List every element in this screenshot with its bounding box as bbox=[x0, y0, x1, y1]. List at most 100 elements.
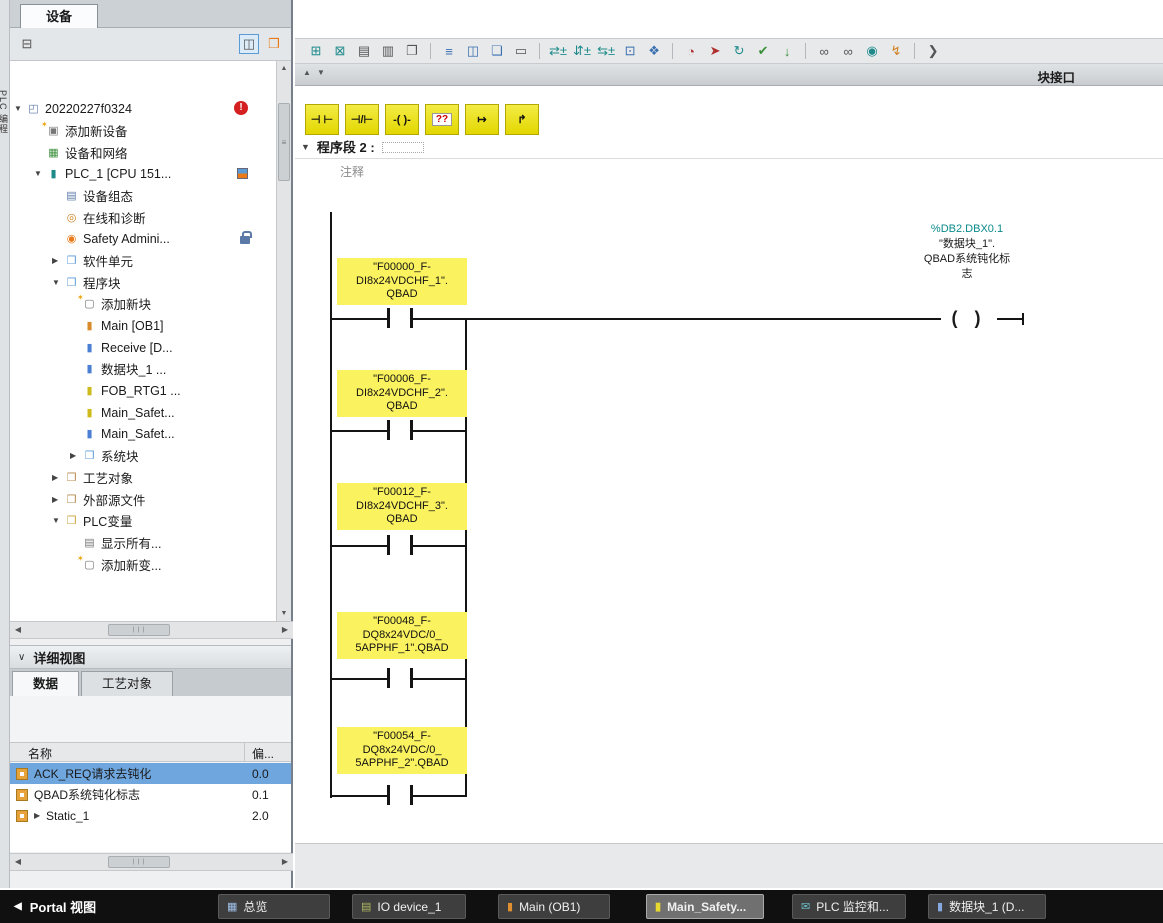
caret-down-icon[interactable]: ▼ bbox=[52, 516, 64, 525]
nc-contact-button[interactable]: ⊣/⊢ bbox=[345, 104, 379, 135]
table-row-qbad[interactable]: QBAD系统钝化标志 0.1 bbox=[10, 784, 291, 805]
taskbar-item-main-safety[interactable]: ▮ Main_Safety... bbox=[646, 894, 764, 919]
goto-next-error-icon[interactable]: ➤ bbox=[706, 42, 724, 60]
tree-item-fob-rtg1[interactable]: ▮ FOB_RTG1 ... bbox=[10, 380, 278, 401]
no-contact-button[interactable]: ⊣ ⊢ bbox=[305, 104, 339, 135]
scrollbar-thumb[interactable]: ≡ bbox=[278, 103, 290, 181]
scroll-left-icon[interactable]: ◀ bbox=[10, 854, 26, 870]
table-row-ack-req[interactable]: ACK_REQ请求去钝化 0.0 bbox=[10, 763, 291, 784]
scroll-right-icon[interactable]: ▶ bbox=[277, 622, 293, 638]
caret-right-icon[interactable]: ▶ bbox=[70, 451, 82, 460]
scrollbar-thumb[interactable]: | | | bbox=[108, 856, 170, 868]
network-comment-row[interactable]: 注释 bbox=[295, 158, 1163, 184]
scroll-left-icon[interactable]: ◀ bbox=[10, 622, 26, 638]
show-favorites-icon[interactable]: ❖ bbox=[645, 42, 663, 60]
network-title-placeholder[interactable] bbox=[382, 142, 424, 153]
taskbar-item-plc-monitoring[interactable]: ✉ PLC 监控和... bbox=[792, 894, 906, 919]
absolute-operands-icon[interactable]: ⇄± bbox=[549, 42, 567, 60]
tree-item-devices-networks[interactable]: ▦ 设备和网络 bbox=[10, 142, 278, 163]
network-comment-icon[interactable]: ▭ bbox=[512, 42, 530, 60]
tree-item-external-sources[interactable]: ▶ ❒ 外部源文件 bbox=[10, 489, 278, 510]
operand-display-icon[interactable]: ⇵± bbox=[573, 42, 591, 60]
tab-data[interactable]: 数据 bbox=[12, 671, 79, 696]
caret-right-icon[interactable]: ▶ bbox=[52, 473, 64, 482]
interface-expand-icon[interactable]: ▼ bbox=[317, 68, 325, 77]
scrollbar-thumb[interactable]: | | | bbox=[108, 624, 170, 636]
scroll-up-icon[interactable]: ▲ bbox=[277, 61, 291, 76]
tree-item-program-blocks[interactable]: ▼ ❒ 程序块 bbox=[10, 272, 278, 293]
insert-network-icon[interactable]: ⊞ bbox=[307, 42, 325, 60]
monitor-all-icon[interactable]: ∞ bbox=[839, 42, 857, 60]
taskbar-item-main-ob1[interactable]: ▮ Main (OB1) bbox=[498, 894, 610, 919]
tree-horizontal-scrollbar[interactable]: ◀ | | | ▶ bbox=[10, 621, 293, 639]
snapshot-icon[interactable]: ◉ bbox=[863, 42, 881, 60]
delete-row-icon[interactable]: ▥ bbox=[379, 42, 397, 60]
detail-horizontal-scrollbar[interactable]: ◀ | | | ▶ bbox=[10, 853, 293, 871]
no-contact-symbol-3[interactable] bbox=[387, 535, 413, 555]
coil-button[interactable]: -( )- bbox=[385, 104, 419, 135]
interface-collapse-icon[interactable]: ▲ bbox=[303, 68, 311, 77]
caret-down-icon[interactable]: ▼ bbox=[34, 169, 46, 178]
contact-operand-2[interactable]: "F00006_F- DI8x24VDCHF_2". QBAD bbox=[337, 370, 467, 417]
column-name[interactable]: 名称 bbox=[28, 745, 52, 762]
paste-icon[interactable]: ❐ bbox=[403, 42, 421, 60]
table-row-static-1[interactable]: ▶ Static_1 2.0 bbox=[10, 805, 291, 826]
tree-filter-icon[interactable]: ⊟ bbox=[17, 34, 37, 54]
tree-item-software-units[interactable]: ▶ ❒ 软件单元 bbox=[10, 250, 278, 271]
open-branch-button[interactable]: ↦ bbox=[465, 104, 499, 135]
scroll-right-icon[interactable]: ▶ bbox=[277, 854, 293, 870]
block-interface-bar[interactable]: ▲ ▼ 块接口 bbox=[295, 64, 1163, 86]
favorites-icon[interactable]: ⊡ bbox=[621, 42, 639, 60]
contact-operand-4[interactable]: "F00048_F- DQ8x24VDC/0_ 5APPHF_1".QBAD bbox=[337, 612, 467, 659]
contact-operand-3[interactable]: "F00012_F- DI8x24VDCHF_3". QBAD bbox=[337, 483, 467, 530]
no-contact-symbol-1[interactable] bbox=[387, 308, 413, 328]
contact-operand-5[interactable]: "F00054_F- DQ8x24VDC/0_ 5APPHF_2".QBAD bbox=[337, 727, 467, 774]
column-offset[interactable]: 偏... bbox=[252, 745, 274, 762]
delete-network-icon[interactable]: ⊠ bbox=[331, 42, 349, 60]
tree-item-receive[interactable]: ▮ Receive [D... bbox=[10, 337, 278, 358]
column-divider[interactable] bbox=[244, 743, 245, 761]
close-branch-button[interactable]: ↱ bbox=[505, 104, 539, 135]
no-contact-symbol-2[interactable] bbox=[387, 420, 413, 440]
details-view-toggle-icon[interactable]: ◫ bbox=[239, 34, 259, 54]
tab-devices[interactable]: 设备 bbox=[20, 4, 98, 28]
tree-item-add-new-block[interactable]: ▢ 添加新块 bbox=[10, 293, 278, 314]
tree-item-main-safety-db[interactable]: ▮ Main_Safet... bbox=[10, 423, 278, 444]
tree-item-plc-tags[interactable]: ▼ ❒ PLC变量 bbox=[10, 510, 278, 531]
tree-item-show-all-tags[interactable]: ▤ 显示所有... bbox=[10, 532, 278, 553]
collapse-networks-icon[interactable]: ◫ bbox=[464, 42, 482, 60]
tree-item-data-block-1[interactable]: ▮ 数据块_1 ... bbox=[10, 358, 278, 379]
chevron-down-icon[interactable]: ∨ bbox=[18, 652, 25, 663]
open-editors-icon[interactable]: ❒ bbox=[264, 34, 284, 54]
operand-both-icon[interactable]: ⇆± bbox=[597, 42, 615, 60]
update-block-calls-icon[interactable]: ↻ bbox=[730, 42, 748, 60]
consistency-check-icon[interactable]: ✔ bbox=[754, 42, 772, 60]
insert-row-icon[interactable]: ▤ bbox=[355, 42, 373, 60]
empty-box-button[interactable]: ?? bbox=[425, 104, 459, 135]
tree-vertical-scrollbar[interactable]: ▲ ≡ ▼ bbox=[276, 61, 291, 621]
download-icon[interactable]: ↓ bbox=[778, 42, 796, 60]
taskbar-item-data-block-1[interactable]: ▮ 数据块_1 (D... bbox=[928, 894, 1046, 919]
tree-item-device-configuration[interactable]: ▤ 设备组态 bbox=[10, 185, 278, 206]
tree-item-system-blocks[interactable]: ▶ ❒ 系统块 bbox=[10, 445, 278, 466]
tree-item-online-diagnostics[interactable]: ◎ 在线和诊断 bbox=[10, 207, 278, 228]
caret-right-icon[interactable]: ▶ bbox=[34, 811, 46, 820]
modify-values-icon[interactable]: ↯ bbox=[887, 42, 905, 60]
scroll-down-icon[interactable]: ▼ bbox=[277, 606, 291, 621]
coil-operand[interactable]: %DB2.DBX0.1 "数据块_1". QBAD系统钝化标 志 bbox=[867, 222, 1067, 282]
monitoring-on-off-icon[interactable]: ∞ bbox=[815, 42, 833, 60]
no-contact-symbol-4[interactable] bbox=[387, 668, 413, 688]
tree-item-main-ob1[interactable]: ▮ Main [OB1] bbox=[10, 315, 278, 336]
portal-view-button[interactable]: ◀ Portal 视图 bbox=[14, 897, 96, 916]
goto-previous-error-icon[interactable]: ◔ bbox=[682, 42, 700, 60]
caret-right-icon[interactable]: ▶ bbox=[52, 495, 64, 504]
caret-right-icon[interactable]: ▶ bbox=[52, 256, 64, 265]
window-arrange-icon[interactable]: ❏ bbox=[488, 42, 506, 60]
expand-networks-icon[interactable]: ≡ bbox=[440, 42, 458, 60]
no-contact-symbol-5[interactable] bbox=[387, 785, 413, 805]
tree-item-add-new-device[interactable]: ▣ 添加新设备 bbox=[10, 120, 278, 141]
tree-item-plc1[interactable]: ▼ ▮ PLC_1 [CPU 151... bbox=[10, 163, 278, 184]
taskbar-item-overview[interactable]: ▦ 总览 bbox=[218, 894, 330, 919]
caret-down-icon[interactable]: ▼ bbox=[52, 278, 64, 287]
tree-item-add-new-tag[interactable]: ▢ 添加新变... bbox=[10, 554, 278, 575]
